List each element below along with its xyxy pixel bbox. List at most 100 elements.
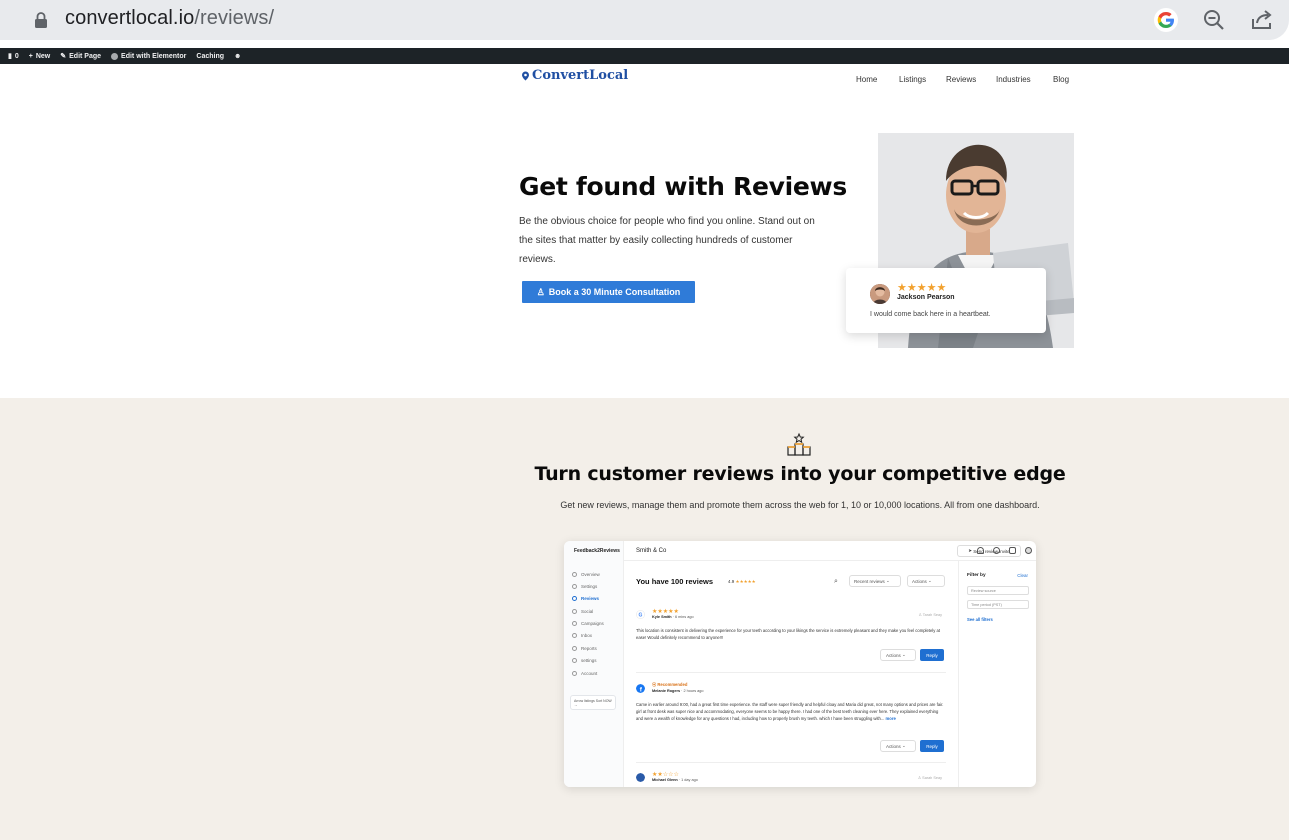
google-icon[interactable]	[1153, 7, 1179, 33]
reply-label: Reply	[926, 743, 938, 749]
review-actions-button[interactable]: Actions ⌄	[880, 740, 916, 752]
actions-select[interactable]: Actions ⌄	[907, 575, 945, 587]
reviewer-avatar	[870, 284, 890, 304]
sidebar-item-campaigns[interactable]: Campaigns	[572, 621, 604, 626]
review-body: This location is consistent in deliverin…	[636, 628, 940, 640]
comments-item[interactable]: ▮ 0	[8, 52, 19, 61]
review-stars: ★★☆☆☆	[652, 772, 679, 778]
comment-icon: ▮	[8, 53, 12, 60]
sidebar-item-inbox[interactable]: Inbox	[572, 633, 592, 638]
review-card: ★★★★★ Jackson Pearson I would come back …	[846, 268, 1046, 333]
nav-blog[interactable]: Blog	[1053, 75, 1069, 84]
reviewer-name: Kyle Smith	[652, 615, 672, 619]
comments-count: 0	[14, 52, 19, 60]
zoom-out-icon[interactable]	[1201, 7, 1227, 33]
edit-page-item[interactable]: ✎ Edit Page	[60, 52, 102, 61]
divider	[636, 762, 946, 763]
smiley-item[interactable]: ☻	[234, 53, 241, 60]
review-actions-button[interactable]: Actions ⌄	[880, 649, 916, 661]
reviewer-name: Michael Glenn	[652, 778, 678, 782]
sidebar-label: settings	[581, 658, 597, 663]
reviews-list-panel: You have 100 reviews 4.9 ★★★★★ ⌕ Recent …	[624, 561, 958, 787]
sidebar-label: Reports	[581, 646, 597, 651]
search-icon[interactable]: ⌕	[834, 578, 838, 586]
plus-icon: +	[28, 52, 33, 60]
sidebar-item-settings-2[interactable]: settings	[572, 658, 597, 663]
reply-button[interactable]: Reply	[920, 649, 944, 661]
user-icon	[572, 671, 577, 676]
review-stars: ★★★★★	[652, 609, 679, 615]
review-time: · 6 mins ago	[672, 615, 694, 619]
see-all-filters-link[interactable]: See all filters	[967, 617, 993, 622]
rating-stars: ★★★★★	[735, 579, 756, 584]
actions-label: Actions	[912, 578, 927, 584]
address-bar[interactable]: convertlocal.io/reviews/	[0, 0, 1289, 40]
elementor-label: Edit with Elementor	[121, 52, 187, 60]
nav-listings[interactable]: Listings	[899, 75, 926, 84]
site-logo[interactable]: ConvertLocal	[521, 68, 628, 83]
recommended-label: Recommended	[657, 682, 688, 687]
company-name: Smith & Co	[636, 548, 667, 554]
reviewer-name: Melanie Rogers	[652, 689, 681, 693]
edit-page-label: Edit Page	[69, 52, 102, 60]
caching-item[interactable]: Caching	[196, 53, 224, 60]
send-icon	[572, 621, 577, 626]
location-pin-icon	[522, 71, 529, 80]
review-time: · 2 hours ago	[681, 689, 704, 693]
bell-icon[interactable]	[977, 547, 984, 554]
reviewer-line: Melanie Rogers · 2 hours ago	[652, 689, 704, 693]
browser-toolbar: convertlocal.io/reviews/	[0, 0, 1289, 46]
logo-text: ConvertLocal	[532, 68, 629, 83]
star-icon	[572, 596, 577, 601]
home-icon	[572, 572, 577, 577]
new-label: New	[35, 52, 51, 60]
assigned-user: ♙ Tarah Seay	[918, 613, 942, 617]
sidebar-item-overview[interactable]: Overview	[572, 572, 600, 577]
chart-icon	[572, 646, 577, 651]
help-icon[interactable]	[993, 547, 1000, 554]
share-icon	[572, 609, 577, 614]
feedback2reviews-icon	[636, 773, 645, 782]
dashboard-topbar: Smith & Co ➤ Send review invite	[624, 541, 1036, 561]
nav-industries[interactable]: Industries	[996, 75, 1031, 84]
sidebar-item-settings[interactable]: Settings	[572, 584, 597, 589]
sort-select[interactable]: Recent reviews ⌄	[849, 575, 901, 587]
review-item: ★★☆☆☆ Michael Glenn · 1 day ago ♙ Sarah …	[636, 772, 946, 787]
elementor-item[interactable]: Edit with Elementor	[111, 52, 187, 60]
review-source-select[interactable]: Review source	[967, 586, 1029, 595]
actions-label: Actions	[886, 743, 901, 749]
url-path: /reviews/	[194, 7, 275, 29]
share-icon[interactable]	[1249, 7, 1275, 33]
recommended-badge: ⦿ Recommended	[652, 682, 688, 687]
assigned-user-name: Sarah Seay	[922, 776, 942, 780]
average-rating: 4.9 ★★★★★	[728, 579, 756, 585]
sidebar-item-reviews[interactable]: Reviews	[572, 596, 599, 601]
new-item[interactable]: + New	[29, 53, 51, 60]
sidebar-item-reports[interactable]: Reports	[572, 646, 597, 651]
nav-home[interactable]: Home	[856, 75, 877, 84]
read-more-link[interactable]: more	[886, 716, 896, 721]
sidebar-promo[interactable]: Arrow listings Sort NOW →	[570, 695, 616, 710]
sidebar-label: Settings	[581, 584, 598, 589]
book-consultation-button[interactable]: ♙ Book a 30 Minute Consultation	[522, 281, 695, 303]
cta-label: Book a 30 Minute Consultation	[548, 287, 681, 297]
smiley-icon: ☻	[234, 52, 242, 60]
reply-button[interactable]: Reply	[920, 740, 944, 752]
sidebar-label: Campaigns	[581, 621, 604, 626]
sidebar-item-account[interactable]: Account	[572, 671, 597, 676]
actions-label: Actions	[886, 652, 901, 658]
podium-star-icon	[787, 432, 811, 456]
dashboard-mockup: Feedback2Reviews Overview Settings Revie…	[564, 541, 1036, 787]
url-text[interactable]: convertlocal.io/reviews/	[65, 7, 274, 30]
assigned-user: ♙ Sarah Seay	[917, 776, 942, 780]
clear-filters-link[interactable]: Clear	[1017, 573, 1028, 578]
time-period-select[interactable]: Time period (PST)	[967, 600, 1029, 609]
wp-admin-bar: ▮ 0 + New ✎ Edit Page Edit with Elementor C…	[0, 48, 1289, 64]
sidebar-item-social[interactable]: Social	[572, 609, 593, 614]
avatar[interactable]	[1025, 547, 1032, 554]
arrow-right-icon: →	[574, 703, 578, 707]
sidebar-label: Reviews	[581, 596, 600, 601]
hero-description: Be the obvious choice for people who fin…	[519, 216, 815, 265]
grid-icon[interactable]	[1009, 547, 1016, 554]
nav-reviews[interactable]: Reviews	[946, 75, 976, 84]
